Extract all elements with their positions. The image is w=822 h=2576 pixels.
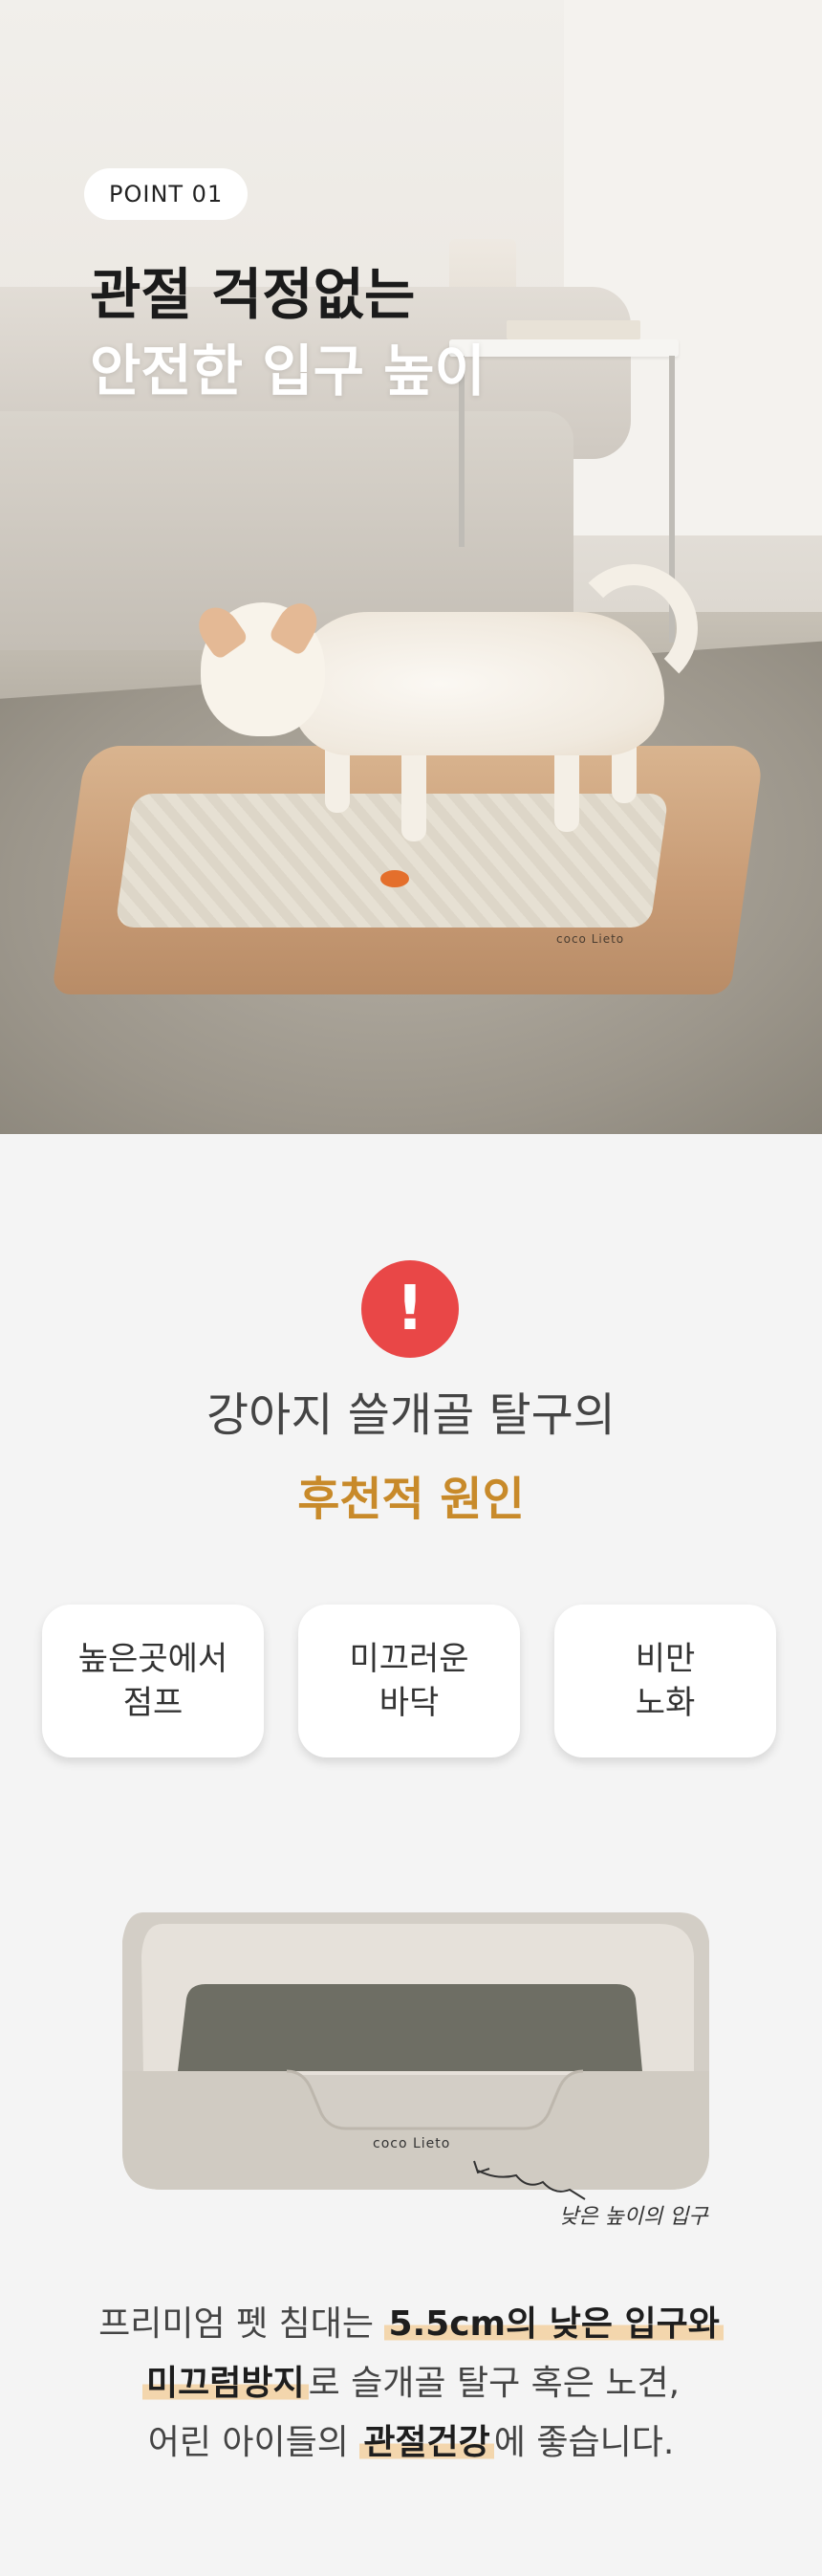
description-line-2: 미끄럼방지 로 슬개골 탈구 혹은 노견, xyxy=(0,2354,822,2413)
bed-illustration: coco Lieto xyxy=(122,1912,709,2200)
hero-title-line-1: 관절 걱정없는 xyxy=(90,262,416,327)
description-line-1: 프리미엄 펫 침대는 5.5cm의 낮은 입구와 xyxy=(0,2295,822,2354)
bed-logo: coco Lieto xyxy=(556,932,625,946)
exclamation-icon: ! xyxy=(361,1260,459,1358)
hero-photo: coco Lieto POINT 01 관절 걱정없는 안전한 입구 높이 xyxy=(0,0,822,1134)
description-text: 프리미엄 펫 침대는 xyxy=(98,2304,385,2344)
bed-illustration-logo: coco Lieto xyxy=(373,2136,450,2151)
cause-cards: 높은곳에서 점프 미끄러운 바닥 비만 노화 xyxy=(42,1605,780,1759)
description-highlight: 미끄럼방지 xyxy=(141,2364,309,2403)
pet-bed-cushion xyxy=(115,794,669,928)
cause-card-label: 미끄러운 바닥 xyxy=(349,1640,469,1722)
description-line-3: 어린 아이들의 관절건강 에 좋습니다. xyxy=(0,2413,822,2473)
cause-card-label: 높은곳에서 점프 xyxy=(77,1640,228,1722)
description: 프리미엄 펫 침대는 5.5cm의 낮은 입구와 미끄럼방지 로 슬개골 탈구 혹… xyxy=(0,2295,822,2473)
point-badge: POINT 01 xyxy=(84,168,249,220)
dog-body xyxy=(292,612,664,755)
hero-title-line-2: 안전한 입구 높이 xyxy=(90,338,486,404)
cause-heading: 강아지 쓸개골 탈구의 xyxy=(206,1388,616,1442)
cause-subheading: 후천적 원인 xyxy=(297,1473,525,1526)
cause-card-jump: 높은곳에서 점프 xyxy=(42,1605,264,1757)
description-highlight: 5.5cm의 낮은 입구와 xyxy=(384,2304,724,2344)
description-highlight: 관절건강 xyxy=(359,2423,494,2462)
cause-card-label: 비만 노화 xyxy=(635,1640,696,1722)
description-text: 로 슬개골 탈구 혹은 노견, xyxy=(308,2364,681,2403)
entrance-callout: 낮은 높이의 입구 xyxy=(559,2205,708,2229)
hero-title: 관절 걱정없는 안전한 입구 높이 xyxy=(90,256,663,409)
cause-card-floor: 미끄러운 바닥 xyxy=(298,1605,520,1757)
description-text: 에 좋습니다. xyxy=(493,2423,675,2462)
toy xyxy=(380,870,409,887)
bed-cushion-illustration xyxy=(178,1984,642,2071)
cause-card-obesity: 비만 노화 xyxy=(554,1605,776,1757)
description-text: 어린 아이들의 xyxy=(147,2423,360,2462)
product-detail-page: coco Lieto POINT 01 관절 걱정없는 안전한 입구 높이 ! … xyxy=(0,0,822,2576)
